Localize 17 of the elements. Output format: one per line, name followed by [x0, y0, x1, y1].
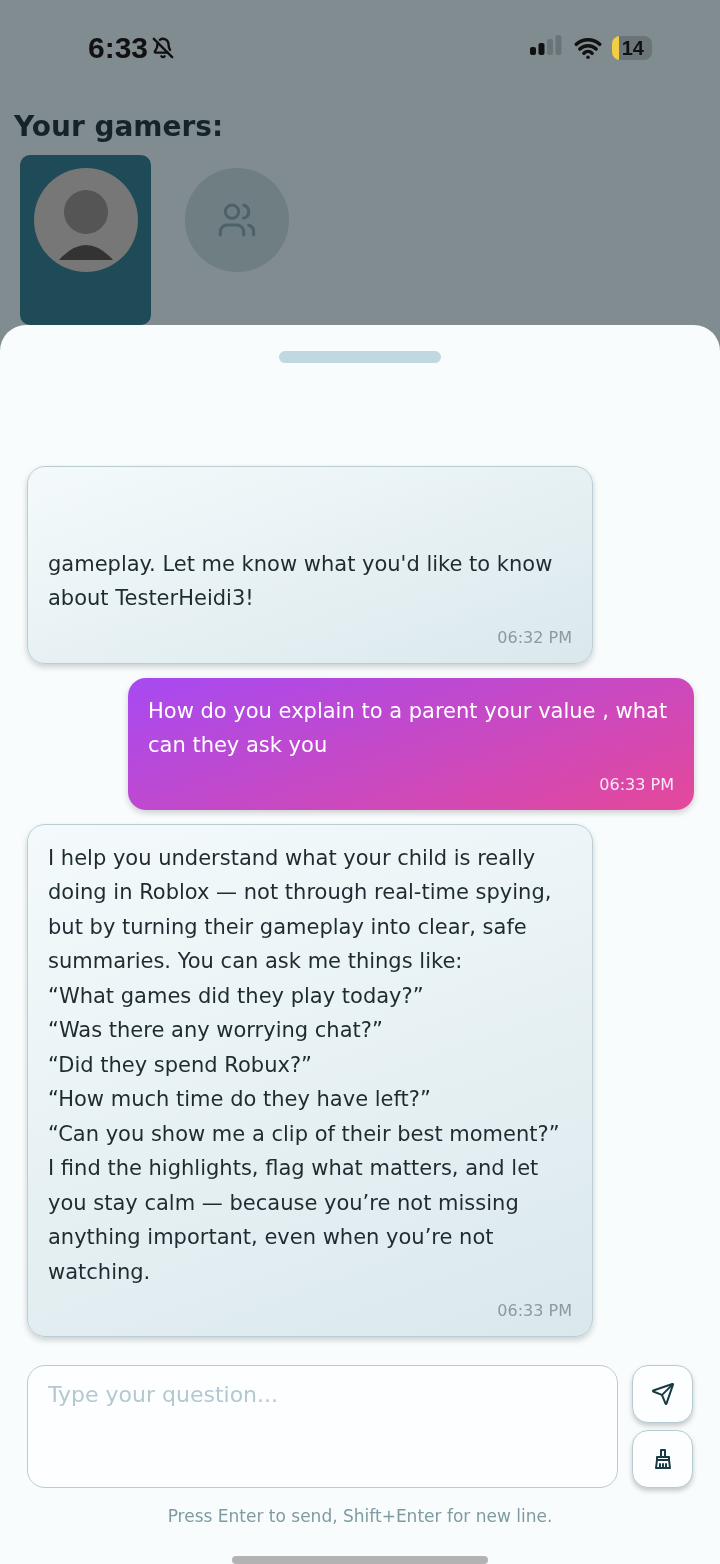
message-time: 06:32 PM [497, 627, 572, 647]
clear-button[interactable] [632, 1430, 693, 1488]
input-hint: Press Enter to send, Shift+Enter for new line. [166, 1506, 554, 1526]
message-text: I help you understand what your child is really doing in Roblox — not through real-time spying, but by turning their gameplay into clear, safe summaries. You can ask me things like: “What games did they play today?” “Was there any worrying chat?” “Did they spend Robux?” “How much time do they have left?” “Can you show me a clip of their best moment?” I find the highlights, flag what matters, and let you stay calm — because you’re not missing anything important, even when you’re not watching. [48, 844, 561, 1286]
send-button[interactable] [632, 1365, 693, 1423]
message-text: How do you explain to a parent your value , what can they ask you [148, 697, 669, 759]
battery-level: 14 [611, 36, 652, 60]
bell-off-icon [152, 37, 175, 59]
status-time: 6:33 [88, 31, 149, 65]
message-time: 06:33 PM [497, 1301, 572, 1320]
section-heading: Your gamers: [14, 110, 225, 143]
send-icon [650, 1382, 675, 1406]
question-input[interactable]: Type your question... [27, 1365, 618, 1488]
message-time: 06:33 PM [599, 774, 674, 794]
drag-handle[interactable] [279, 351, 441, 363]
gamer-card[interactable] [20, 155, 151, 325]
message-text: gameplay. Let me know what you'd like to know about TesterHeidi3! [48, 550, 554, 612]
